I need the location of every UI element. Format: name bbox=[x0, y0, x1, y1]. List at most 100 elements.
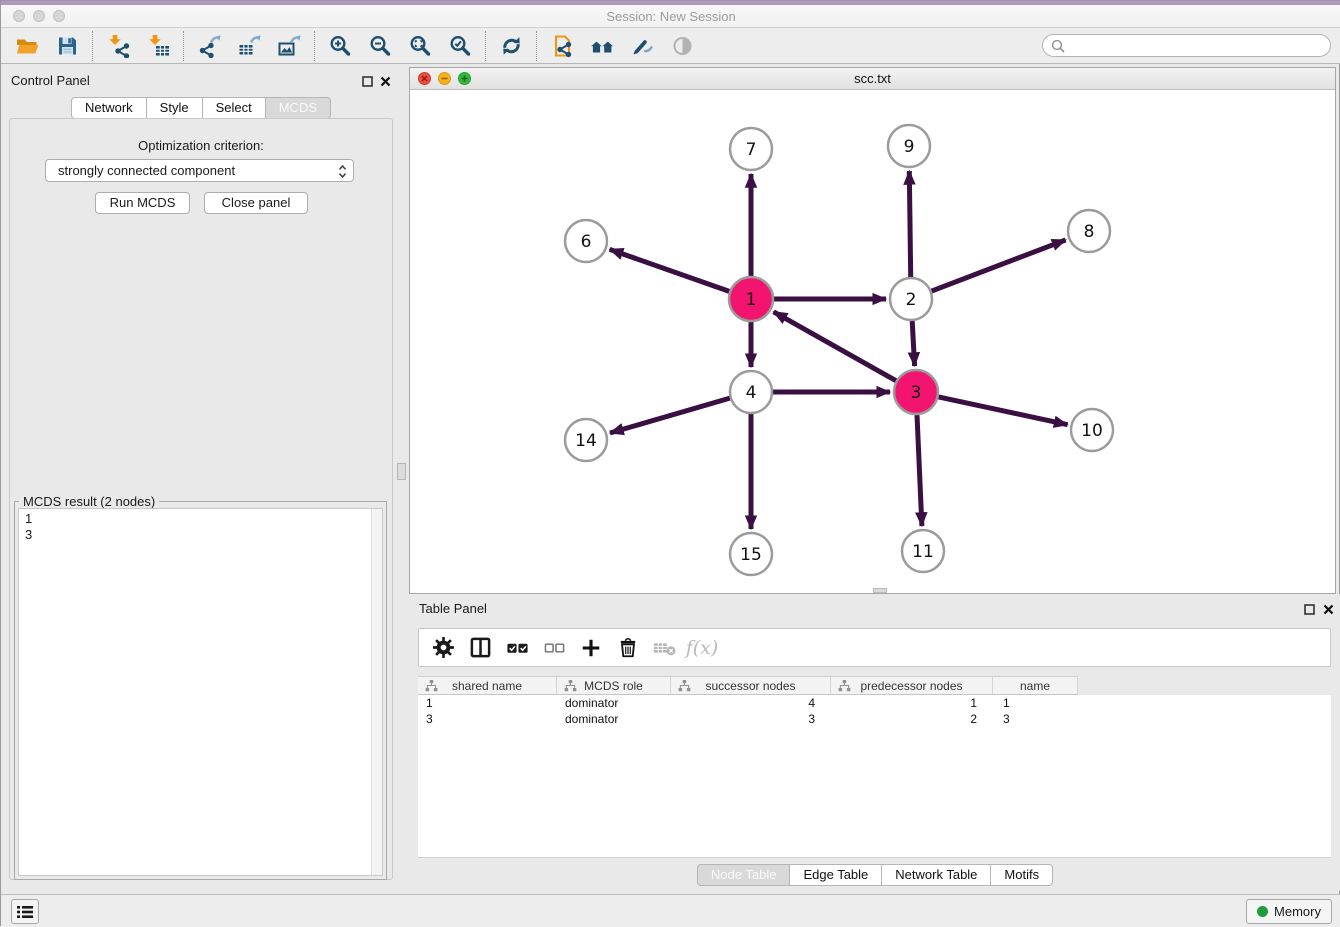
function-builder-icon: f(x) bbox=[688, 634, 716, 662]
network-node-3[interactable]: 3 bbox=[894, 370, 938, 414]
toolbar-separator bbox=[92, 31, 93, 61]
network-edge-4-14[interactable] bbox=[610, 398, 730, 433]
zoom-in-icon[interactable] bbox=[320, 31, 360, 61]
zoom-selected-icon[interactable] bbox=[440, 31, 480, 61]
optimization-dropdown[interactable]: strongly connected component bbox=[45, 159, 354, 182]
memory-button[interactable]: Memory bbox=[1246, 899, 1332, 924]
tab-network[interactable]: Network bbox=[71, 97, 147, 119]
table-row[interactable]: 1dominator411 bbox=[418, 695, 1331, 711]
float-table-panel-icon[interactable] bbox=[1302, 602, 1316, 616]
gear-icon[interactable] bbox=[429, 634, 457, 662]
table-cell[interactable]: 1 bbox=[831, 695, 993, 711]
network-node-1[interactable]: 1 bbox=[729, 277, 773, 321]
network-node-15[interactable]: 15 bbox=[730, 533, 772, 575]
refresh-icon[interactable] bbox=[491, 31, 531, 61]
float-panel-icon[interactable] bbox=[360, 74, 374, 88]
svg-text:15: 15 bbox=[740, 545, 762, 565]
table-cell[interactable]: 1 bbox=[993, 695, 1078, 711]
table-cell[interactable]: 3 bbox=[993, 711, 1078, 727]
import-table-icon[interactable] bbox=[138, 31, 178, 61]
network-edge-2-8[interactable] bbox=[932, 240, 1066, 291]
network-node-7[interactable]: 7 bbox=[730, 128, 772, 170]
new-network-from-selection-icon[interactable] bbox=[542, 31, 582, 61]
svg-text:7: 7 bbox=[746, 140, 757, 160]
network-edge-3-1[interactable] bbox=[774, 312, 896, 381]
vertical-splitter-handle[interactable] bbox=[397, 463, 406, 480]
first-neighbors-icon[interactable] bbox=[582, 31, 622, 61]
close-table-panel-icon[interactable] bbox=[1321, 602, 1335, 616]
tab-mcds[interactable]: MCDS bbox=[265, 97, 331, 119]
close-panel-button[interactable]: Close panel bbox=[204, 192, 308, 214]
network-edge-3-11[interactable] bbox=[917, 415, 922, 526]
tab-network-table[interactable]: Network Table bbox=[881, 864, 991, 886]
delete-row-icon[interactable] bbox=[614, 634, 642, 662]
close-panel-icon[interactable] bbox=[378, 74, 392, 88]
column-header-MCDS-role[interactable]: MCDS role bbox=[557, 677, 671, 694]
zoom-fit-icon[interactable] bbox=[400, 31, 440, 61]
column-header-successor-nodes[interactable]: successor nodes bbox=[671, 677, 831, 694]
network-edge-2-9[interactable] bbox=[909, 171, 910, 277]
table-panel-title: Table Panel bbox=[419, 601, 487, 616]
column-header-predecessor-nodes[interactable]: predecessor nodes bbox=[831, 677, 993, 694]
search-icon bbox=[1051, 39, 1065, 53]
table-cell[interactable]: 1 bbox=[418, 695, 557, 711]
network-node-8[interactable]: 8 bbox=[1068, 210, 1110, 252]
network-node-14[interactable]: 14 bbox=[565, 419, 607, 461]
zoom-out-icon[interactable] bbox=[360, 31, 400, 61]
search-box[interactable] bbox=[1042, 34, 1331, 57]
export-table-icon[interactable] bbox=[229, 31, 269, 61]
table-toolbar: f(x) bbox=[418, 628, 1331, 667]
horizontal-splitter-handle[interactable] bbox=[873, 588, 887, 593]
run-mcds-button[interactable]: Run MCDS bbox=[95, 192, 190, 214]
open-session-icon[interactable] bbox=[7, 31, 47, 61]
table-cell[interactable]: dominator bbox=[557, 711, 671, 727]
table-body: 1dominator4113dominator323 bbox=[418, 695, 1331, 858]
network-canvas[interactable]: 7 9 6 8 1 2 4 3 14 10 15 11 bbox=[410, 90, 1335, 593]
table-cell[interactable]: 3 bbox=[418, 711, 557, 727]
network-node-9[interactable]: 9 bbox=[888, 125, 930, 167]
network-window-titlebar[interactable]: scc.txt bbox=[410, 68, 1335, 90]
show-columns-icon[interactable] bbox=[466, 634, 494, 662]
dropdown-stepper-icon bbox=[338, 164, 347, 179]
network-edge-1-6[interactable] bbox=[610, 249, 730, 291]
network-edge-3-10[interactable] bbox=[939, 397, 1068, 425]
column-header-shared-name[interactable]: shared name bbox=[418, 677, 557, 694]
export-image-icon[interactable] bbox=[269, 31, 309, 61]
tab-edge-table[interactable]: Edge Table bbox=[789, 864, 882, 886]
save-session-icon[interactable] bbox=[47, 31, 87, 61]
status-bar: Memory bbox=[1, 894, 1340, 927]
search-input[interactable] bbox=[1065, 38, 1330, 53]
task-history-button[interactable] bbox=[11, 899, 39, 924]
network-node-11[interactable]: 11 bbox=[902, 530, 944, 572]
table-cell[interactable]: 4 bbox=[671, 695, 831, 711]
result-scrollbar[interactable] bbox=[371, 509, 382, 875]
toolbar-separator bbox=[183, 31, 184, 61]
svg-text:6: 6 bbox=[581, 232, 592, 252]
network-node-4[interactable]: 4 bbox=[730, 371, 772, 413]
network-view-window: scc.txt 7 9 6 8 1 2 4 3 14 10 15 11 bbox=[409, 67, 1336, 594]
select-all-icon[interactable] bbox=[503, 634, 531, 662]
tab-node-table[interactable]: Node Table bbox=[697, 864, 791, 886]
table-column-headers: shared nameMCDS rolesuccessor nodesprede… bbox=[418, 676, 1078, 695]
network-node-2[interactable]: 2 bbox=[890, 278, 932, 320]
hide-details-icon[interactable] bbox=[662, 31, 702, 61]
add-row-icon[interactable] bbox=[577, 634, 605, 662]
network-edge-2-3[interactable] bbox=[912, 321, 914, 366]
svg-text:1: 1 bbox=[746, 290, 757, 310]
mcds-result-textarea[interactable]: 1 3 bbox=[18, 508, 383, 876]
deselect-all-icon[interactable] bbox=[540, 634, 568, 662]
window-titlebar: Session: New Session bbox=[1, 1, 1340, 28]
table-cell[interactable]: 3 bbox=[671, 711, 831, 727]
network-node-10[interactable]: 10 bbox=[1071, 409, 1113, 451]
tab-motifs[interactable]: Motifs bbox=[990, 864, 1053, 886]
tab-style[interactable]: Style bbox=[146, 97, 203, 119]
import-network-icon[interactable] bbox=[98, 31, 138, 61]
table-cell[interactable]: 2 bbox=[831, 711, 993, 727]
table-cell[interactable]: dominator bbox=[557, 695, 671, 711]
table-row[interactable]: 3dominator323 bbox=[418, 711, 1331, 727]
column-header-name[interactable]: name bbox=[993, 677, 1078, 694]
network-node-6[interactable]: 6 bbox=[565, 220, 607, 262]
export-network-icon[interactable] bbox=[189, 31, 229, 61]
tab-select[interactable]: Select bbox=[202, 97, 266, 119]
graphics-details-icon[interactable] bbox=[622, 31, 662, 61]
